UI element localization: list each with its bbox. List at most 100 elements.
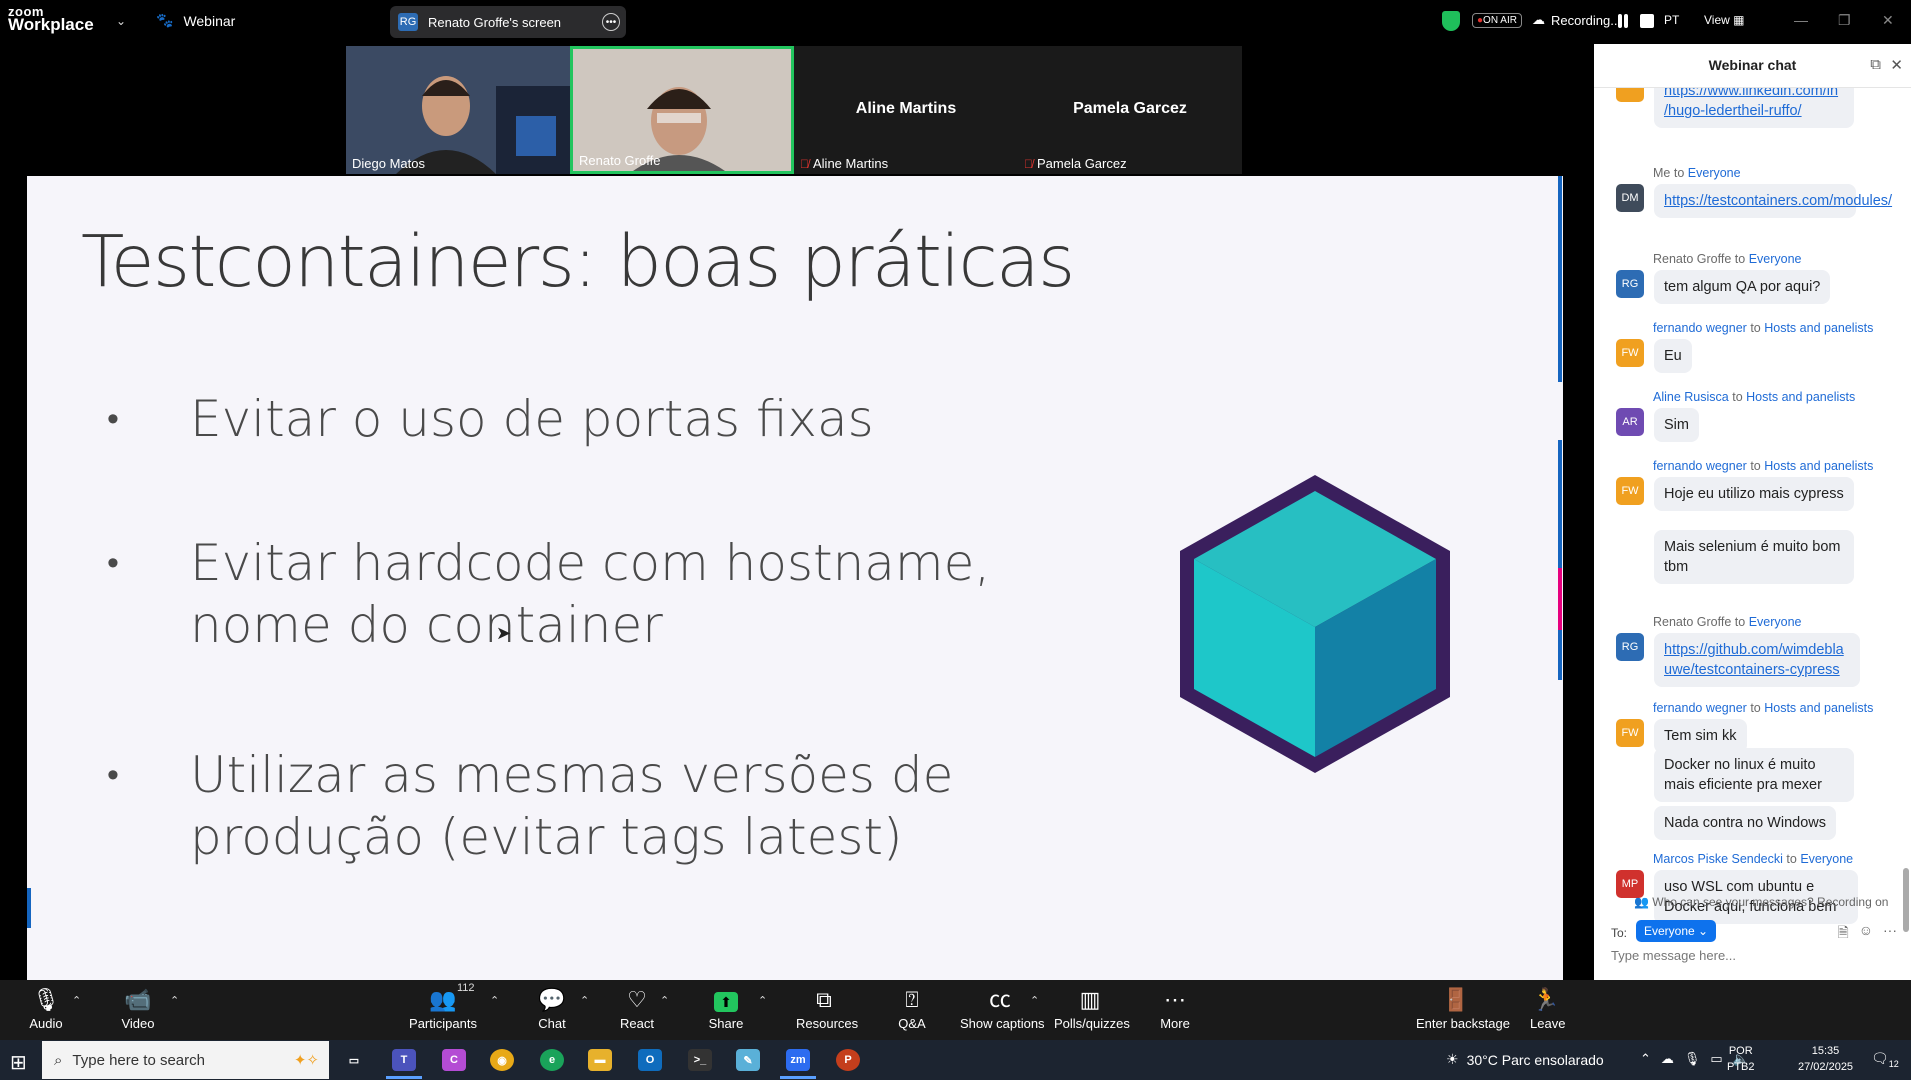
chat-link[interactable]: https://www.linkedin.com/in [1664, 88, 1838, 99]
minimize-icon[interactable]: — [1794, 12, 1808, 28]
more-ellipsis-icon: ⋯ [1164, 987, 1186, 1012]
participant-tile[interactable]: Aline Martins 🎙̸ Aline Martins [794, 46, 1018, 174]
participants-caret-icon[interactable]: ⌃ [490, 994, 499, 1007]
chat-input[interactable]: Type message here... [1611, 948, 1736, 963]
pause-recording-icon[interactable] [1618, 14, 1622, 28]
chat-link[interactable]: https://testcontainers.com/modules/ [1664, 193, 1892, 209]
react-button[interactable]: ♡ React [620, 986, 654, 1031]
slide-title: Testcontainers: boas práticas [81, 220, 1075, 303]
taskbar-search[interactable]: ⌕ Type here to search ✦✧ [42, 1041, 329, 1079]
security-shield-icon[interactable] [1442, 11, 1460, 31]
recipient-name: Hosts and panelists [1764, 459, 1874, 473]
enter-backstage-button[interactable]: 🚪 Enter backstage [1416, 986, 1510, 1031]
language-interpretation-button[interactable]: PT [1664, 13, 1679, 27]
edge-icon[interactable]: e [540, 1049, 564, 1071]
zoom-app-icon[interactable]: zm [786, 1049, 810, 1071]
clock-date: 27/02/2025 [1798, 1061, 1854, 1073]
chat-button[interactable]: 💬 Chat [536, 986, 568, 1031]
more-options-icon[interactable]: ••• [602, 13, 620, 31]
chat-bubble: Sim [1654, 408, 1699, 442]
zoom-logo: zoom Workplace [8, 5, 94, 33]
emoji-icon[interactable]: ☺ [1859, 922, 1873, 946]
system-clock[interactable]: 15:35 27/02/2025 [1798, 1043, 1853, 1075]
share-caret-icon[interactable]: ⌃ [758, 994, 767, 1007]
pop-out-icon[interactable]: ⧉ [1870, 56, 1881, 73]
more-icon[interactable]: ··· [1883, 922, 1897, 946]
sender-name: fernando wegner [1653, 321, 1747, 335]
testcontainers-cube-logo [1180, 475, 1450, 773]
lang-line1: POR [1728, 1045, 1753, 1057]
close-window-icon[interactable]: ✕ [1882, 12, 1894, 29]
maximize-icon[interactable]: ❐ [1838, 12, 1851, 29]
chevron-down-icon: ⌄ [1698, 924, 1709, 938]
to-word: to [1750, 701, 1761, 715]
chat-link[interactable]: /hugo-ledertheil-ruffo/ [1664, 103, 1802, 119]
leave-button[interactable]: 🏃 Leave [1530, 986, 1565, 1031]
input-language[interactable]: POR PTB2 [1727, 1043, 1755, 1075]
view-button[interactable]: View ▦ [1704, 13, 1744, 27]
copilot-icon[interactable]: C [442, 1049, 466, 1071]
composer-tools: 🗎 ☺ ··· [1837, 922, 1897, 946]
audio-options-caret-icon[interactable]: ⌃ [72, 994, 81, 1007]
file-icon[interactable]: 🗎 [1837, 922, 1848, 946]
chat-link[interactable]: https://github.com/wimdeblauwe/testconta… [1664, 642, 1844, 678]
recording-indicator: ☁ Recording... [1532, 12, 1621, 28]
captions-caret-icon[interactable]: ⌃ [1030, 994, 1039, 1007]
screen-edge-highlight [1558, 176, 1562, 382]
who-can-see-link[interactable]: 👥 Who can see your messages? Recording o… [1634, 895, 1888, 909]
screen-share-pill[interactable]: RG Renato Groffe's screen ••• [390, 6, 626, 38]
chat-title: Webinar chat [1708, 57, 1797, 73]
participant-tile[interactable]: Diego Matos [346, 46, 570, 174]
teams-icon[interactable]: T [392, 1049, 416, 1071]
chat-sender: Marcos Piske Sendecki to Everyone [1653, 852, 1853, 866]
chat-sender: fernando wegner to Hosts and panelists [1653, 701, 1873, 715]
more-button[interactable]: ⋯ More [1160, 986, 1190, 1031]
video-button[interactable]: 📹 Video [120, 986, 156, 1031]
chat-bubble: tem algum QA por aqui? [1654, 270, 1831, 304]
participant-tile[interactable]: Pamela Garcez 🎙̸ Pamela Garcez [1018, 46, 1242, 174]
weather-widget[interactable]: ☀ 30°C Parc ensolarado [1446, 1051, 1604, 1068]
webinar-icon: 🐾 [156, 12, 174, 28]
slide-bullet: • Evitar hardcode com hostname, nome do … [107, 532, 1137, 656]
share-button[interactable]: ⬆ Share [708, 986, 744, 1031]
windows-start-icon[interactable]: ⊞ [10, 1050, 27, 1075]
on-air-badge: ●ON AIR [1472, 13, 1522, 28]
notifications-icon[interactable]: 🗨12 [1871, 1050, 1899, 1069]
chrome-icon[interactable]: ◉ [490, 1049, 514, 1071]
terminal-icon[interactable]: >_ [688, 1049, 712, 1071]
recording-label: Recording... [1551, 12, 1622, 28]
participant-tile-active[interactable]: Renato Groffe [570, 46, 794, 174]
captions-button[interactable]: ㏄ Show captions [960, 986, 1045, 1031]
screen-edge-highlight [1558, 440, 1562, 680]
react-caret-icon[interactable]: ⌃ [660, 994, 669, 1007]
polls-button[interactable]: ▥ Polls/quizzes [1054, 986, 1130, 1031]
chevron-up-icon[interactable]: ⌃ [1640, 1051, 1651, 1067]
chat-message-list[interactable]: https://www.linkedin.com/in /hugo-ledert… [1594, 88, 1911, 936]
screen-share-avatar: RG [398, 13, 418, 31]
chevron-down-icon[interactable]: ⌄ [116, 14, 126, 28]
notepad-icon[interactable]: ✎ [736, 1049, 760, 1071]
screen-edge-highlight [27, 888, 31, 928]
qa-button[interactable]: ⍰ Q&A [894, 986, 930, 1031]
mic-muted-icon: 🎙̸ [800, 156, 809, 171]
stop-recording-icon[interactable] [1640, 14, 1654, 28]
powerpoint-icon[interactable]: P [836, 1049, 860, 1071]
file-explorer-icon[interactable]: ▬ [588, 1049, 612, 1071]
recipient-dropdown[interactable]: Everyone ⌄ [1636, 920, 1717, 942]
chat-sender: Aline Rusisca to Hosts and panelists [1653, 390, 1855, 404]
to-label: To: [1611, 926, 1628, 940]
outlook-icon[interactable]: O [638, 1049, 662, 1071]
microphone-tray-icon[interactable]: 🎙 [1684, 1051, 1701, 1067]
leave-door-icon: 🏃 [1532, 987, 1560, 1012]
onedrive-icon[interactable]: ☁ [1661, 1051, 1674, 1067]
task-view-icon[interactable]: ▭ [342, 1049, 366, 1071]
chat-caret-icon[interactable]: ⌃ [580, 994, 589, 1007]
react-label: React [620, 1016, 654, 1031]
close-icon[interactable]: ✕ [1890, 56, 1903, 74]
webinar-tag[interactable]: 🐾 Webinar [156, 12, 235, 29]
audio-button[interactable]: 🎙 Audio [28, 986, 64, 1031]
more-label: More [1160, 1016, 1190, 1031]
network-icon[interactable]: ▭ [1710, 1051, 1722, 1067]
video-options-caret-icon[interactable]: ⌃ [170, 994, 179, 1007]
resources-button[interactable]: ⧉ Resources [796, 986, 858, 1031]
